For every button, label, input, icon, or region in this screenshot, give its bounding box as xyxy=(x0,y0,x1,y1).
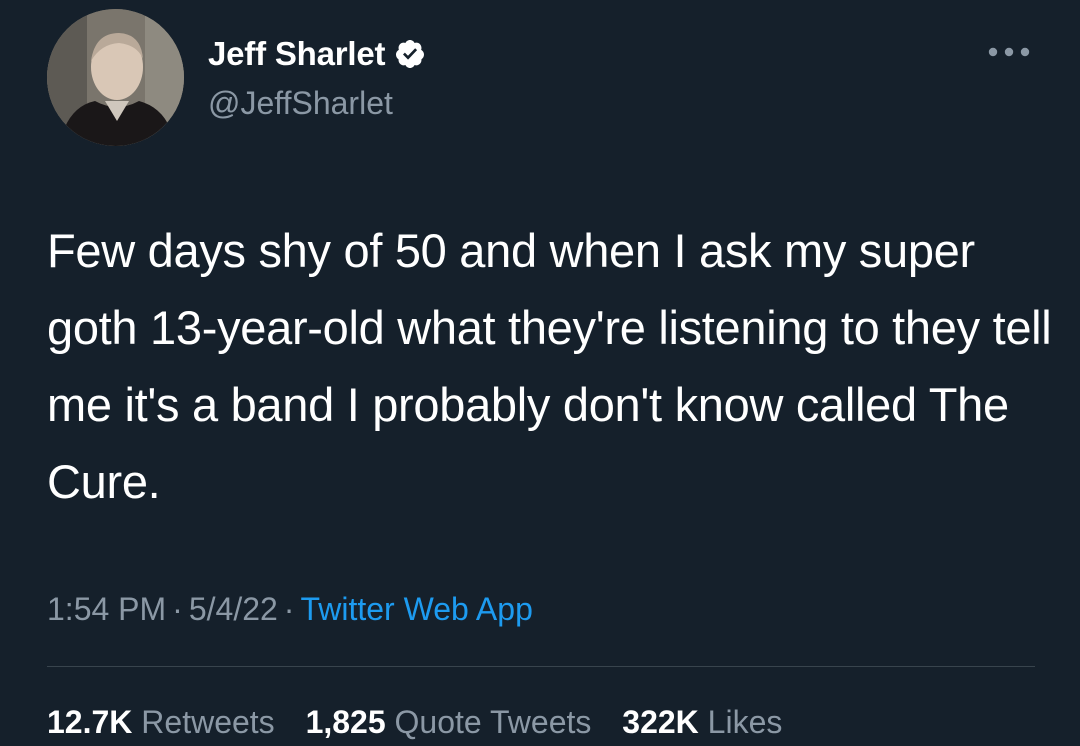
tweet-time[interactable]: 1:54 PM xyxy=(47,591,166,627)
more-horizontal-icon[interactable] xyxy=(985,38,1033,66)
meta-separator: · xyxy=(172,591,183,627)
meta-separator: · xyxy=(283,591,295,627)
tweet-date[interactable]: 5/4/22 xyxy=(189,591,278,627)
tweet-text: Few days shy of 50 and when I ask my sup… xyxy=(47,224,1052,508)
quote-tweets-stat[interactable]: 1,825 Quote Tweets xyxy=(306,704,592,740)
avatar[interactable] xyxy=(47,9,184,146)
tweet-detail: Jeff Sharlet @JeffSharlet Few days shy o… xyxy=(0,0,1080,746)
retweets-stat[interactable]: 12.7K Retweets xyxy=(47,704,275,740)
author-display-name[interactable]: Jeff Sharlet xyxy=(208,34,386,74)
tweet-meta: 1:54 PM · 5/4/22 · Twitter Web App xyxy=(47,587,533,631)
quote-tweets-count: 1,825 xyxy=(305,704,386,740)
retweets-count: 12.7K xyxy=(47,704,133,740)
author-handle[interactable]: @JeffSharlet xyxy=(208,84,393,122)
likes-label: Likes xyxy=(707,704,783,740)
quote-tweets-label: Quote Tweets xyxy=(394,704,592,740)
tweet-source-link[interactable]: Twitter Web App xyxy=(300,591,532,627)
author-name-row[interactable]: Jeff Sharlet xyxy=(208,34,426,74)
retweets-label: Retweets xyxy=(141,704,275,740)
likes-count: 322K xyxy=(622,704,699,740)
avatar-photo xyxy=(47,9,184,146)
engagement-stats: 12.7K Retweets 1,825 Quote Tweets 322K L… xyxy=(47,700,804,744)
verified-badge-icon xyxy=(394,38,426,70)
divider xyxy=(47,666,1035,667)
likes-stat[interactable]: 322K Likes xyxy=(622,704,782,740)
